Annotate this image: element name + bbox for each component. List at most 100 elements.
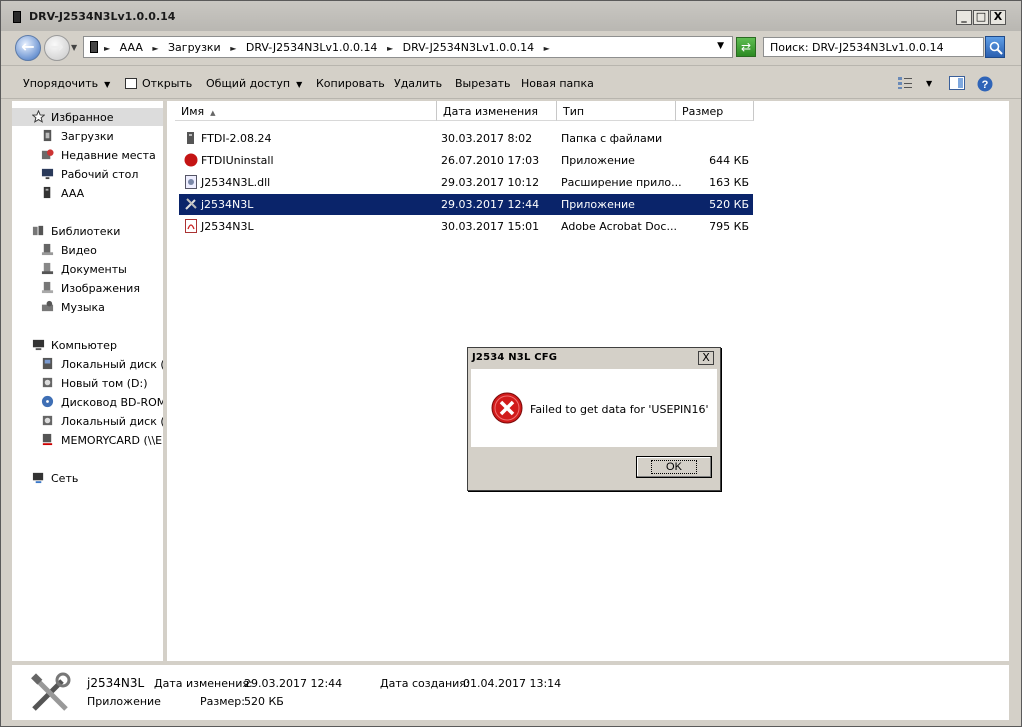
refresh-button[interactable]: ⇄ bbox=[736, 37, 756, 57]
file-date: 30.03.2017 8:02 bbox=[441, 132, 533, 145]
column-header-name[interactable]: Имя ▲ bbox=[175, 101, 437, 121]
nav-new-d[interactable]: Новый том (D:) bbox=[61, 377, 148, 390]
right-edge bbox=[1009, 101, 1021, 661]
view-dropdown-icon[interactable]: ▼ bbox=[926, 79, 932, 88]
title-bar[interactable]: DRV-J2534N3Lv1.0.0.14 _ □ X bbox=[1, 1, 1021, 31]
delete-button[interactable]: Удалить bbox=[394, 77, 442, 90]
nav-music[interactable]: Музыка bbox=[61, 301, 105, 314]
view-options-icon[interactable] bbox=[897, 76, 913, 93]
column-header-date[interactable]: Дата изменения bbox=[437, 101, 557, 121]
minimize-button[interactable]: _ bbox=[956, 10, 972, 25]
error-dialog: J2534 N3L CFG X Failed to get data for '… bbox=[467, 347, 721, 491]
tools-app-icon bbox=[185, 198, 197, 210]
open-label: Открыть bbox=[142, 77, 193, 90]
dialog-close-button[interactable]: X bbox=[698, 351, 714, 365]
open-icon bbox=[125, 78, 137, 89]
sort-ascending-icon: ▲ bbox=[210, 109, 216, 117]
nav-memorycard[interactable]: MEMORYCARD (\\EPS bbox=[61, 434, 163, 447]
cut-button[interactable]: Вырезать bbox=[455, 77, 510, 90]
copy-button[interactable]: Копировать bbox=[316, 77, 385, 90]
svg-text:?: ? bbox=[982, 79, 989, 91]
file-row[interactable]: J2534N3L 30.03.2017 15:01 Adobe Acrobat … bbox=[179, 216, 753, 237]
nav-local-c[interactable]: Локальный диск (C: bbox=[61, 358, 163, 371]
breadcrumb-item[interactable]: DRV-J2534N3Lv1.0.0.14 bbox=[403, 41, 535, 54]
search-icon bbox=[989, 41, 1003, 55]
nav-bdrom[interactable]: Дисковод BD-ROM ( bbox=[61, 396, 163, 409]
chevron-down-icon: ▼ bbox=[296, 80, 303, 89]
forward-button[interactable]: → bbox=[44, 35, 70, 61]
nav-libraries[interactable]: Библиотеки bbox=[51, 225, 120, 238]
file-type: Расширение прило... bbox=[561, 176, 682, 189]
nav-video[interactable]: Видео bbox=[61, 244, 97, 257]
file-name: FTDI-2.08.24 bbox=[201, 132, 272, 145]
file-name: J2534N3L.dll bbox=[201, 176, 271, 189]
organize-button[interactable]: Упорядочить ▼ bbox=[23, 77, 110, 90]
details-size-value: 520 КБ bbox=[244, 695, 284, 708]
column-header-type[interactable]: Тип bbox=[557, 101, 676, 121]
file-name: FTDIUninstall bbox=[201, 154, 274, 167]
file-row[interactable]: J2534N3L.dll 29.03.2017 10:12 Расширение… bbox=[179, 172, 753, 193]
nav-recent[interactable]: Недавние места bbox=[61, 149, 156, 162]
file-row[interactable]: FTDI-2.08.24 30.03.2017 8:02 Папка с фай… bbox=[179, 128, 753, 149]
share-button[interactable]: Общий доступ ▼ bbox=[206, 77, 302, 90]
back-arrow-icon: ← bbox=[21, 37, 35, 56]
dialog-title[interactable]: J2534 N3L CFG bbox=[468, 348, 720, 368]
nav-documents[interactable]: Документы bbox=[61, 263, 127, 276]
file-date: 29.03.2017 12:44 bbox=[441, 198, 540, 211]
chevron-right-icon[interactable]: ► bbox=[544, 44, 550, 53]
star-icon bbox=[32, 110, 45, 123]
chevron-right-icon[interactable]: ► bbox=[387, 44, 393, 53]
nav-favorites[interactable]: Избранное bbox=[51, 111, 113, 124]
nav-computer[interactable]: Компьютер bbox=[51, 339, 117, 352]
images-icon bbox=[41, 281, 54, 294]
network-drive-icon bbox=[42, 433, 53, 446]
folder-icon bbox=[90, 41, 98, 53]
computer-icon bbox=[32, 339, 45, 351]
details-modified-label: Дата изменения: bbox=[154, 677, 253, 690]
nav-local-g[interactable]: Локальный диск (G: bbox=[61, 415, 163, 428]
libraries-icon bbox=[32, 225, 44, 236]
file-name: j2534N3L bbox=[201, 198, 254, 211]
address-dropdown-icon[interactable]: ▼ bbox=[717, 41, 724, 51]
ok-button[interactable]: OK bbox=[636, 456, 712, 478]
chevron-right-icon[interactable]: ► bbox=[230, 44, 236, 53]
column-header-size[interactable]: Размер bbox=[676, 101, 754, 121]
file-size: 163 КБ bbox=[709, 176, 749, 189]
forward-arrow-icon: → bbox=[50, 37, 64, 56]
explorer-window: DRV-J2534N3Lv1.0.0.14 _ □ X ← → ▼ ► AAA … bbox=[0, 0, 1022, 727]
maximize-button[interactable]: □ bbox=[973, 10, 989, 25]
nav-aaa[interactable]: AAA bbox=[61, 187, 84, 200]
chevron-right-icon[interactable]: ► bbox=[152, 44, 158, 53]
address-bar[interactable]: ► AAA ► Загрузки ► DRV-J2534N3Lv1.0.0.14… bbox=[83, 36, 733, 58]
network-icon bbox=[32, 472, 44, 484]
documents-icon bbox=[41, 262, 54, 275]
breadcrumb-item[interactable]: Загрузки bbox=[168, 41, 221, 54]
file-row[interactable]: FTDIUninstall 26.07.2010 17:03 Приложени… bbox=[179, 150, 753, 171]
file-size: 644 КБ bbox=[709, 154, 749, 167]
recent-pages-dropdown-icon[interactable]: ▼ bbox=[71, 43, 77, 52]
breadcrumb-item[interactable]: DRV-J2534N3Lv1.0.0.14 bbox=[246, 41, 378, 54]
back-button[interactable]: ← bbox=[15, 35, 41, 61]
error-icon bbox=[491, 392, 523, 424]
nav-downloads[interactable]: Загрузки bbox=[61, 130, 114, 143]
pdf-file-icon bbox=[185, 219, 197, 233]
file-date: 26.07.2010 17:03 bbox=[441, 154, 540, 167]
close-button[interactable]: X bbox=[990, 10, 1006, 25]
search-input[interactable]: Поиск: DRV-J2534N3Lv1.0.0.14 bbox=[763, 37, 984, 57]
help-icon[interactable]: ? bbox=[977, 76, 993, 95]
preview-pane-icon[interactable] bbox=[949, 76, 965, 93]
dll-file-icon bbox=[185, 175, 197, 189]
chevron-right-icon[interactable]: ► bbox=[104, 44, 110, 53]
open-button[interactable]: Открыть bbox=[125, 77, 192, 90]
search-button[interactable] bbox=[985, 36, 1005, 58]
dialog-message: Failed to get data for 'USEPIN16' bbox=[530, 403, 709, 416]
nav-network[interactable]: Сеть bbox=[51, 472, 78, 485]
breadcrumb: ► AAA ► Загрузки ► DRV-J2534N3Lv1.0.0.14… bbox=[104, 41, 556, 54]
nav-images[interactable]: Изображения bbox=[61, 282, 140, 295]
drive-icon bbox=[42, 415, 53, 426]
new-folder-button[interactable]: Новая папка bbox=[521, 77, 594, 90]
details-modified-value: 29.03.2017 12:44 bbox=[244, 677, 343, 690]
file-row-selected[interactable]: j2534N3L 29.03.2017 12:44 Приложение 520… bbox=[179, 194, 753, 215]
nav-desktop[interactable]: Рабочий стол bbox=[61, 168, 138, 181]
breadcrumb-item[interactable]: AAA bbox=[120, 41, 143, 54]
